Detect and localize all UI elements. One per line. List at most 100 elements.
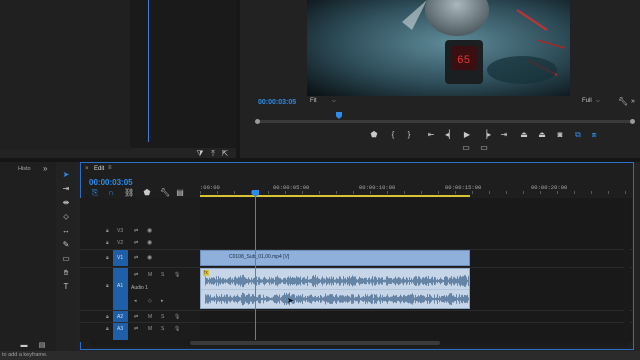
program-scrubber-end-handle[interactable] <box>630 119 635 124</box>
linked-selection-icon[interactable]: ⛓︎ <box>124 189 134 197</box>
keyframe-prev-icon[interactable]: ◂ <box>134 298 137 304</box>
track-lock-icon[interactable]: 🔒︎ <box>106 228 109 234</box>
waveform-bar <box>232 278 233 284</box>
mark-in-icon[interactable]: { <box>389 131 397 139</box>
snap-icon[interactable]: ∩ <box>107 189 115 197</box>
razor-tool-icon[interactable]: ⬦ <box>60 211 72 222</box>
track-lock-icon[interactable]: 🔒︎ <box>106 283 109 289</box>
track-name-a1[interactable]: Audio 1 <box>131 285 148 291</box>
waveform-bar <box>448 295 449 303</box>
timeline-settings-icon[interactable]: 🔧︎ <box>160 189 170 197</box>
wrench-icon[interactable]: 🔧︎ <box>618 98 628 106</box>
track-target-a1[interactable]: A1 <box>117 283 123 289</box>
go-to-in-icon[interactable]: ⇤ <box>427 131 435 139</box>
proxy-toggle-icon[interactable]: ▭ <box>480 144 488 152</box>
track-lock-icon[interactable]: 🔒︎ <box>106 240 109 246</box>
track-target-a2[interactable]: A2 <box>117 314 123 320</box>
fit-dropdown[interactable]: Fit ⌵ <box>310 98 342 107</box>
track-target-a3[interactable]: A3 <box>117 326 123 332</box>
mark-out-icon[interactable]: } <box>405 131 413 139</box>
mute-button[interactable]: M <box>148 272 152 278</box>
timeline-timecode[interactable]: 00:00:03:05 <box>89 178 133 187</box>
histogram-tab[interactable]: Histo <box>18 166 31 172</box>
voiceover-mic-icon[interactable]: 🎙︎ <box>174 272 180 278</box>
waveform-bar <box>311 278 312 284</box>
captions-icon[interactable]: ▤ <box>176 189 184 197</box>
video-clip[interactable]: C0108_Sub_01,00.mp4 [V] <box>200 250 470 266</box>
track-target-v3[interactable]: V3 <box>117 228 123 234</box>
ripple-edit-tool-icon[interactable]: ⇼ <box>60 197 72 208</box>
timeline-tab[interactable]: Edit <box>94 166 104 172</box>
audio-clip[interactable]: fx <box>200 268 470 309</box>
work-area-bar[interactable] <box>200 195 470 197</box>
track-lock-icon[interactable]: 🔒︎ <box>106 255 109 261</box>
selection-tool-icon[interactable]: ➤ <box>60 169 72 180</box>
voiceover-mic-icon[interactable]: 🎙︎ <box>174 326 180 332</box>
sync-lock-icon[interactable]: ⇄ <box>134 326 138 332</box>
lift-icon[interactable]: ⏏ <box>520 131 528 139</box>
solo-button[interactable]: S <box>161 314 164 320</box>
add-marker-icon[interactable]: ⬟ <box>143 189 151 197</box>
pen-tool-icon[interactable]: ✎ <box>60 239 72 250</box>
expand-panel-icon[interactable]: » <box>43 164 47 173</box>
expand-panel-icon[interactable]: » <box>629 98 637 106</box>
sync-lock-icon[interactable]: ⇄ <box>134 255 138 261</box>
solo-button[interactable]: S <box>161 326 164 332</box>
sync-lock-icon[interactable]: ⇄ <box>134 314 138 320</box>
add-marker-icon[interactable]: ⬟ <box>370 131 378 139</box>
nest-toggle-icon[interactable]: ⎘ <box>91 189 99 197</box>
waveform-bar <box>431 296 432 302</box>
waveform-bar <box>392 279 393 283</box>
eye-icon[interactable]: ◉ <box>147 227 152 234</box>
rectangle-tool-icon[interactable]: ▭ <box>60 253 72 264</box>
timeline-close-icon[interactable]: × <box>85 166 89 172</box>
mute-button[interactable]: M <box>148 326 152 332</box>
delete-icon[interactable]: ▤ <box>38 342 46 350</box>
waveform-bar <box>408 279 409 283</box>
filter-icon[interactable]: ⧩ <box>196 150 204 158</box>
export-frame-icon[interactable]: ◙ <box>556 131 564 139</box>
quality-dropdown[interactable]: Full ⌵ <box>582 98 610 107</box>
track-target-v2[interactable]: V2 <box>117 240 123 246</box>
folder-icon[interactable]: ▬ <box>20 342 28 350</box>
waveform-bar <box>209 296 210 302</box>
timeline-vertical-scrollbar[interactable] <box>624 200 630 338</box>
sync-lock-icon[interactable]: ⇄ <box>134 240 138 246</box>
export-frame-icon[interactable]: ⤒ <box>209 150 217 158</box>
extract-icon[interactable]: ⏏ <box>538 131 546 139</box>
waveform-bar <box>344 296 345 302</box>
sync-lock-icon[interactable]: ⇄ <box>134 272 138 278</box>
track-select-tool-icon[interactable]: ⇥ <box>60 183 72 194</box>
keyframe-next-icon[interactable]: ▸ <box>161 298 164 304</box>
program-scrubber[interactable] <box>258 120 634 123</box>
compare-view-icon[interactable]: ⧉ <box>574 131 582 139</box>
eye-icon[interactable]: ◉ <box>147 239 152 246</box>
multicam-icon[interactable]: ⧈ <box>590 131 598 139</box>
waveform-bar <box>207 278 208 284</box>
track-lock-icon[interactable]: 🔒︎ <box>106 314 109 320</box>
scrollbar-thumb[interactable] <box>190 341 440 345</box>
hand-tool-icon[interactable]: ✋︎ <box>60 267 72 278</box>
step-back-icon[interactable]: ◂▏ <box>445 131 455 139</box>
track-lock-icon[interactable]: 🔒︎ <box>106 326 109 332</box>
voiceover-mic-icon[interactable]: 🎙︎ <box>174 314 180 320</box>
program-timecode[interactable]: 00:00:03:05 <box>258 99 296 106</box>
type-tool-icon[interactable]: T <box>60 281 72 292</box>
waveform-bar <box>353 276 354 286</box>
eye-icon[interactable]: ◉ <box>147 254 152 261</box>
timeline-menu-icon[interactable]: ≡ <box>108 165 112 171</box>
waveform-bar <box>318 278 319 284</box>
safe-margins-icon[interactable]: ▭ <box>462 144 470 152</box>
track-target-v1[interactable]: V1 <box>117 255 123 261</box>
ruler-label: :00:00 <box>200 184 220 191</box>
solo-button[interactable]: S <box>161 272 164 278</box>
keyframe-add-icon[interactable]: ◇ <box>148 298 152 304</box>
slip-tool-icon[interactable]: ↔ <box>60 225 72 236</box>
settings-export-icon[interactable]: ⇱ <box>221 150 229 158</box>
program-scrubber-start-handle[interactable] <box>255 119 260 124</box>
play-icon[interactable]: ▶ <box>463 131 471 139</box>
step-forward-icon[interactable]: ▕▸ <box>481 131 491 139</box>
mute-button[interactable]: M <box>148 314 152 320</box>
go-to-out-icon[interactable]: ⇥ <box>500 131 508 139</box>
sync-lock-icon[interactable]: ⇄ <box>134 228 138 234</box>
